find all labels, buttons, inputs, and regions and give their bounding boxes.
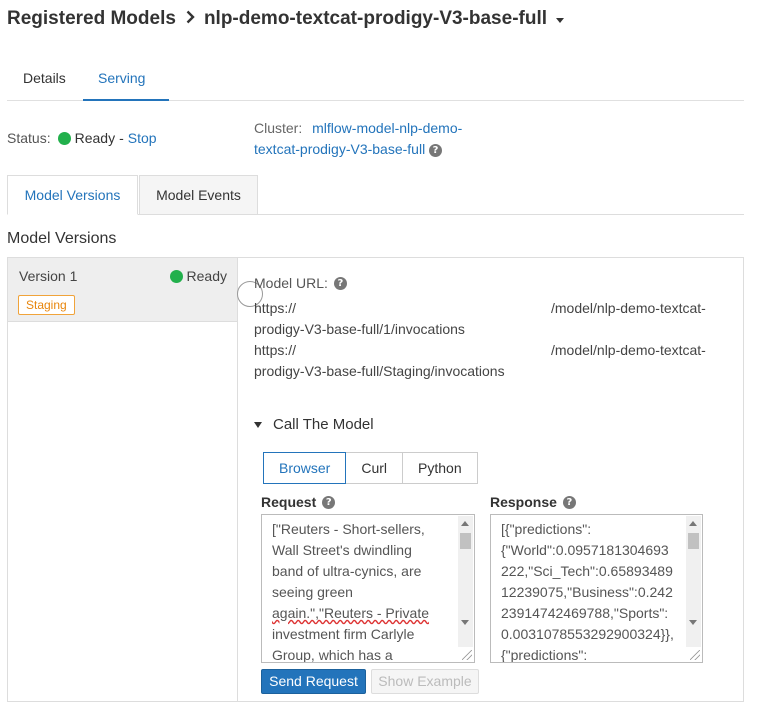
scroll-up-icon[interactable] <box>461 521 469 526</box>
status-label: Status: <box>7 130 51 146</box>
scroll-down-icon[interactable] <box>461 620 469 625</box>
show-example-button[interactable]: Show Example <box>371 669 479 694</box>
status-ready-dot-icon <box>57 131 71 145</box>
request-scrollbar[interactable] <box>458 516 473 647</box>
model-url-2-path[interactable]: prodigy-V3-base-full/Staging/invocations <box>254 363 505 379</box>
version-status-text: Ready <box>186 268 227 284</box>
help-icon[interactable]: ? <box>562 495 576 509</box>
response-heading: Response ? <box>490 494 576 510</box>
breadcrumb-root-link[interactable]: Registered Models <box>7 8 176 30</box>
version-name: Version 1 <box>19 268 78 284</box>
response-line: [{"predictions": <box>501 521 592 537</box>
call-model-toggle[interactable]: Call The Model <box>254 416 374 433</box>
model-url-1-path[interactable]: prodigy-V3-base-full/1/invocations <box>254 321 465 337</box>
status-separator: - <box>119 130 124 146</box>
cluster-link-part2[interactable]: textcat-prodigy-V3-base-full <box>254 141 425 157</box>
ready-dot-icon <box>169 269 183 283</box>
response-line: 12239075,"Business":0.242 <box>501 584 673 600</box>
call-model-title: Call The Model <box>273 416 374 433</box>
dropdown-caret-icon[interactable] <box>556 17 565 23</box>
mode-curl-button[interactable]: Curl <box>345 452 404 484</box>
response-label: Response <box>490 494 557 510</box>
chevron-right-icon <box>186 8 195 30</box>
versions-list: Version 1 Ready Staging <box>7 257 237 702</box>
response-textarea[interactable]: [{"predictions": {"World":0.095718130469… <box>490 514 703 663</box>
stop-link[interactable]: Stop <box>128 130 157 146</box>
request-line: Wall Street's dwindling <box>272 542 412 558</box>
model-name-title: nlp-demo-textcat-prodigy-V3-base-full <box>203 8 548 29</box>
request-line: ["Reuters - Short-sellers, <box>272 521 425 537</box>
stage-badge: Staging <box>18 295 75 315</box>
model-url-label: Model URL: <box>254 275 328 291</box>
cluster-info: Cluster: mlflow-model-nlp-demo- textcat-… <box>254 118 524 160</box>
request-heading: Request ? <box>261 494 336 510</box>
serving-status: Status: Ready - Stop <box>7 130 157 146</box>
help-icon[interactable]: ? <box>322 495 336 509</box>
response-line: {"World":0.0957181304693 <box>501 542 669 558</box>
model-url-heading: Model URL: ? <box>254 275 347 291</box>
mode-python-button[interactable]: Python <box>402 452 478 484</box>
request-line: band of ultra-cynics, are <box>272 563 422 579</box>
tab-serving[interactable]: Serving <box>98 70 145 86</box>
resize-grip-icon[interactable] <box>462 650 472 660</box>
request-line: again.","Reuters - Private <box>272 605 430 621</box>
response-content: [{"predictions": {"World":0.095718130469… <box>501 519 674 663</box>
model-url-1-suffix[interactable]: /model/nlp-demo-textcat- <box>551 300 706 316</box>
status-value: Ready <box>74 130 116 146</box>
response-line: 222,"Sci_Tech":0.65893489 <box>501 563 673 579</box>
cluster-link-part1[interactable]: mlflow-model-nlp-demo- <box>312 120 462 136</box>
model-url-2-prefix[interactable]: https:// <box>254 342 296 358</box>
scroll-down-icon[interactable] <box>689 620 697 625</box>
tab-model-events[interactable]: Model Events <box>139 175 258 215</box>
help-icon[interactable]: ? <box>429 143 443 157</box>
request-content: ["Reuters - Short-sellers, Wall Street's… <box>272 519 430 663</box>
breadcrumb: Registered Models nlp-demo-textcat-prodi… <box>7 8 565 30</box>
section-title: Model Versions <box>7 230 117 247</box>
response-line: {"predictions": <box>501 647 588 663</box>
resize-grip-icon[interactable] <box>690 650 700 660</box>
active-tab-indicator <box>83 99 169 101</box>
scrollbar-thumb[interactable] <box>688 533 699 549</box>
model-url-1-prefix[interactable]: https:// <box>254 300 296 316</box>
request-label: Request <box>261 494 317 510</box>
caret-down-icon <box>254 421 262 428</box>
tab-model-versions[interactable]: Model Versions <box>7 175 138 215</box>
request-line: investment firm Carlyle <box>272 626 415 642</box>
cluster-label: Cluster: <box>254 120 303 136</box>
top-tabs: Details Serving <box>7 60 744 101</box>
request-line: seeing green <box>272 584 353 600</box>
tab-details[interactable]: Details <box>23 70 66 86</box>
request-mode-group: Browser Curl Python <box>263 452 478 484</box>
model-tabs: Model Versions Model Events <box>7 175 744 215</box>
version-status: Ready <box>169 268 227 284</box>
help-icon[interactable]: ? <box>333 276 347 290</box>
model-url-2-suffix[interactable]: /model/nlp-demo-textcat- <box>551 342 706 358</box>
version-list-item[interactable]: Version 1 Ready Staging <box>8 258 237 322</box>
response-line: 23914742469788,"Sports": <box>501 605 669 621</box>
response-line: 0.0031078553292900324}}, <box>501 626 674 642</box>
send-request-button[interactable]: Send Request <box>261 669 366 694</box>
scroll-up-icon[interactable] <box>689 521 697 526</box>
scrollbar-thumb[interactable] <box>460 533 471 549</box>
response-scrollbar[interactable] <box>686 516 701 647</box>
mode-browser-button[interactable]: Browser <box>263 452 347 484</box>
request-line: Group, which has a <box>272 647 393 663</box>
request-textarea[interactable]: ["Reuters - Short-sellers, Wall Street's… <box>261 514 475 663</box>
